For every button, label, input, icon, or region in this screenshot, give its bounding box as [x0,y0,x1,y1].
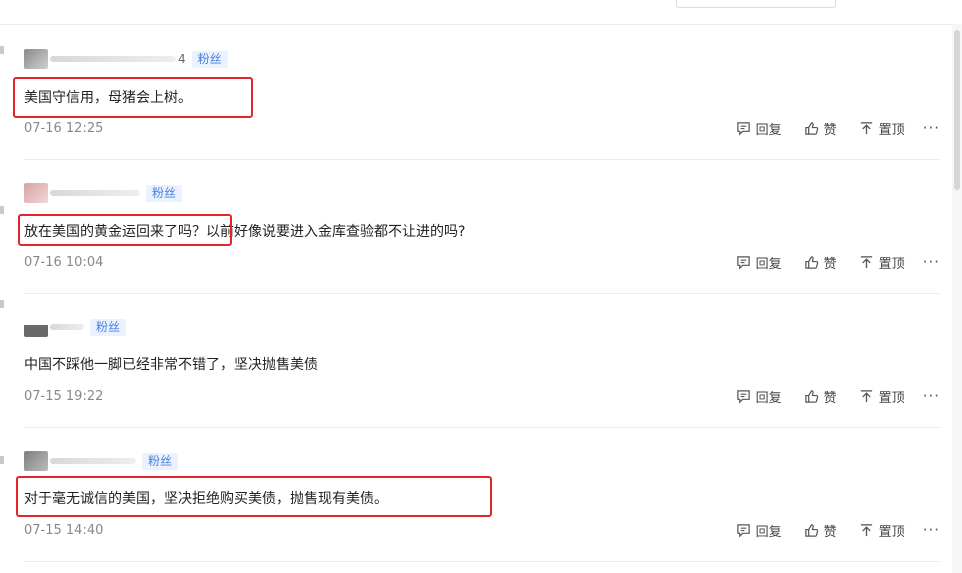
reply-button[interactable]: 回复 [736,387,782,406]
fan-badge: 粉丝 [90,318,127,336]
like-button[interactable]: 赞 [804,253,837,272]
username-blurred[interactable] [50,324,84,330]
username-suffix: 4 [178,52,186,66]
pin-button[interactable]: 置顶 [859,387,905,406]
fan-badge: 粉丝 [146,184,183,202]
comment-user: 4 粉丝 [24,49,228,69]
more-options-button[interactable]: ··· [923,253,940,271]
comment-actions: 回复 赞 置顶 ··· [736,252,940,272]
reply-icon [736,121,750,136]
reply-button[interactable]: 回复 [736,521,782,540]
pin-label: 置顶 [878,390,905,406]
pin-top-icon [860,255,872,268]
pin-button[interactable]: 置顶 [859,119,905,138]
comment-item: 粉丝 中国不踩他一脚已经非常不错了，坚决抛售美债 07-15 19:22 回复 … [24,293,940,428]
comment-time: 07-16 12:25 [24,121,104,136]
avatar[interactable] [24,183,48,203]
comment-actions: 回复 赞 置顶 ··· [736,520,940,540]
scrollbar[interactable] [952,24,962,573]
thumbs-up-icon [804,523,818,537]
pin-top-icon [860,389,872,402]
highlight-box [18,214,232,246]
pin-top-icon [860,121,872,134]
reply-icon [736,523,750,538]
pin-label: 置顶 [878,256,905,272]
top-input-box[interactable] [676,0,836,8]
more-options-button[interactable]: ··· [923,119,940,137]
left-edge-mark [0,456,4,464]
avatar[interactable] [24,317,48,337]
like-button[interactable]: 赞 [804,387,837,406]
pin-label: 置顶 [878,524,905,540]
like-label: 赞 [823,390,837,406]
like-label: 赞 [823,524,837,540]
pin-button[interactable]: 置顶 [859,521,905,540]
avatar[interactable] [24,49,48,69]
left-edge-mark [0,300,4,308]
scrollbar-thumb[interactable] [954,30,960,190]
like-button[interactable]: 赞 [804,521,837,540]
reply-button[interactable]: 回复 [736,253,782,272]
pin-button[interactable]: 置顶 [859,253,905,272]
left-edge-mark [0,206,4,214]
comment-content: 中国不踩他一脚已经非常不错了，坚决抛售美债 [24,357,318,373]
comment-user: 粉丝 [24,183,183,203]
comment-user: 粉丝 [24,451,179,471]
comment-actions: 回复 赞 置顶 ··· [736,118,940,138]
like-label: 赞 [823,122,837,138]
reply-label: 回复 [755,390,782,406]
thumbs-up-icon [804,389,818,403]
like-label: 赞 [823,256,837,272]
comment-user: 粉丝 [24,317,127,337]
left-edge-mark [0,46,4,54]
comment-time: 07-15 19:22 [24,389,104,404]
avatar[interactable] [24,451,48,471]
pin-label: 置顶 [878,122,905,138]
comment-actions: 回复 赞 置顶 ··· [736,386,940,406]
more-options-button[interactable]: ··· [923,521,940,539]
reply-label: 回复 [755,256,782,272]
username-blurred[interactable] [50,190,140,196]
highlight-box [16,476,492,517]
thumbs-up-icon [804,121,818,135]
reply-icon [736,389,750,404]
more-options-button[interactable]: ··· [923,387,940,405]
username-blurred[interactable] [50,458,136,464]
thumbs-up-icon [804,255,818,269]
reply-button[interactable]: 回复 [736,119,782,138]
like-button[interactable]: 赞 [804,119,837,138]
fan-badge: 粉丝 [191,50,228,68]
reply-label: 回复 [755,122,782,138]
fan-badge: 粉丝 [142,452,179,470]
comment-time: 07-16 10:04 [24,255,104,270]
pin-top-icon [860,523,872,536]
comment-time: 07-15 14:40 [24,523,104,538]
reply-label: 回复 [755,524,782,540]
top-bar [0,0,962,25]
highlight-box [13,77,253,118]
username-blurred[interactable] [50,56,176,62]
reply-icon [736,255,750,270]
